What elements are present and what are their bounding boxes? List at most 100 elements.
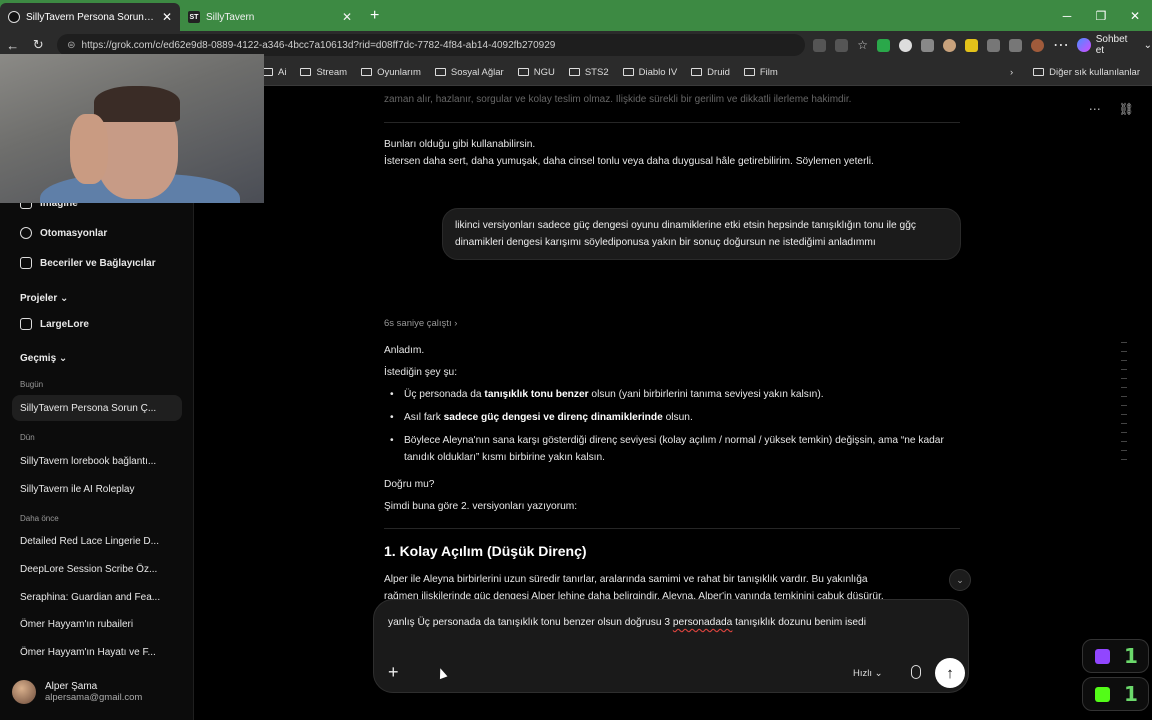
history-heading[interactable]: Geçmiş ⌄ bbox=[20, 353, 67, 364]
send-button[interactable]: ↑ bbox=[935, 658, 965, 688]
new-tab-icon[interactable]: + bbox=[370, 7, 379, 25]
history-item[interactable]: SillyTavern Persona Sorun Ç... bbox=[12, 395, 182, 421]
history-item[interactable]: DeepLore Session Scribe Öz... bbox=[12, 556, 182, 582]
minimize-icon[interactable]: ─ bbox=[1050, 9, 1084, 23]
tab-title: SillyTavern bbox=[206, 11, 255, 23]
list-item: Asıl fark sadece güç dengesi ve direnç d… bbox=[384, 409, 964, 426]
message-composer[interactable]: yanlış Üç personada da tanışıklık tonu b… bbox=[373, 599, 969, 693]
close-window-icon[interactable]: ✕ bbox=[1118, 9, 1152, 23]
history-item[interactable]: SillyTavern lorebook bağlantı... bbox=[12, 448, 182, 474]
extension-icon[interactable] bbox=[899, 38, 913, 52]
back-icon[interactable]: ← bbox=[0, 38, 26, 53]
bookmark-folder-sts2[interactable]: STS2 bbox=[568, 67, 609, 78]
more-options-icon[interactable]: ⋯ bbox=[1089, 102, 1101, 116]
bookmark-folder-diablo[interactable]: Diablo IV bbox=[622, 67, 677, 78]
thinking-toggle[interactable]: 6s saniye çalıştı › bbox=[384, 318, 457, 329]
extension-icon[interactable] bbox=[877, 38, 891, 52]
close-tab-icon[interactable]: ✕ bbox=[342, 10, 352, 24]
model-selector[interactable]: Hızlı ⌄ bbox=[853, 668, 883, 679]
assistant-text: Anladım. bbox=[384, 345, 425, 356]
attach-icon[interactable]: + bbox=[388, 662, 399, 683]
section-heading: 1. Kolay Açılım (Düşük Direnç) bbox=[384, 543, 587, 559]
history-item[interactable]: Detailed Red Lace Lingerie D... bbox=[12, 528, 182, 554]
bookmark-folder-ngu[interactable]: NGU bbox=[517, 67, 555, 78]
close-tab-icon[interactable]: ✕ bbox=[162, 10, 172, 24]
project-item-largelore[interactable]: LargeLore bbox=[12, 311, 182, 337]
extension-icon[interactable] bbox=[813, 38, 827, 52]
bookmark-folder-social[interactable]: Sosyal Ağlar bbox=[434, 67, 504, 78]
reload-icon[interactable]: ↻ bbox=[26, 37, 52, 53]
tab-sillytavern[interactable]: ST SillyTavern ✕ bbox=[180, 3, 360, 31]
restore-icon[interactable]: ❐ bbox=[1084, 9, 1118, 23]
more-menu-icon[interactable]: ⋯ bbox=[1053, 35, 1069, 55]
assistant-text: Alper ile Aleyna birbirlerini uzun süred… bbox=[384, 574, 868, 585]
user-email: alpersama@gmail.com bbox=[45, 692, 143, 703]
assistant-text: İstediğin şey şu: bbox=[384, 367, 458, 378]
bookmark-folder-ai[interactable]: Ai bbox=[262, 67, 286, 78]
composer-input[interactable]: yanlış Üç personada da tanışıklık tonu b… bbox=[388, 612, 948, 633]
history-older-label: Daha önce bbox=[20, 514, 59, 523]
kick-viewer-counter: 1 bbox=[1082, 677, 1149, 711]
bookmark-folder-stream[interactable]: Stream bbox=[300, 67, 347, 78]
copilot-chat-button[interactable]: Sohbet et ⌄ bbox=[1077, 34, 1152, 56]
list-item: Üç personada da tanışıklık tonu benzer o… bbox=[384, 386, 964, 403]
bookmark-folder-other[interactable]: Diğer sık kullanılanlar bbox=[1033, 67, 1140, 78]
folder-icon bbox=[20, 318, 32, 330]
divider bbox=[384, 528, 960, 529]
assistant-text: Doğru mu? bbox=[384, 479, 435, 490]
folder-icon bbox=[361, 68, 373, 76]
bullet-list: Üç personada da tanışıklık tonu benzer o… bbox=[384, 386, 964, 472]
history-item[interactable]: Ömer Hayyam'ın Hayatı ve F... bbox=[12, 639, 182, 665]
chevron-down-icon: ⌄ bbox=[60, 293, 69, 304]
history-yesterday-label: Dün bbox=[20, 433, 35, 442]
grok-favicon-icon bbox=[8, 11, 20, 23]
site-info-icon[interactable]: ⊜ bbox=[67, 40, 75, 51]
twitch-icon bbox=[1095, 648, 1110, 664]
avatar bbox=[12, 680, 36, 704]
history-item[interactable]: SillyTavern ile AI Roleplay bbox=[12, 476, 182, 502]
link-icon[interactable]: ⛓ bbox=[1119, 102, 1134, 116]
plug-icon bbox=[20, 257, 32, 269]
extension-icon[interactable] bbox=[835, 38, 849, 52]
user-name: Alper Şama bbox=[45, 681, 98, 692]
bookmark-folder-druid[interactable]: Druid bbox=[691, 67, 730, 78]
folder-icon bbox=[1033, 68, 1045, 76]
favorite-star-icon[interactable]: ☆ bbox=[857, 38, 868, 52]
user-profile[interactable]: Alper Şama alpersama@gmail.com bbox=[12, 680, 142, 704]
history-item[interactable]: Seraphina: Guardian and Fea... bbox=[12, 584, 182, 610]
browser-tab-bar: SillyTavern Persona Sorun Çözümü ✕ ST Si… bbox=[0, 0, 1152, 31]
list-item: Böylece Aleyna'nın sana karşı gösterdiği… bbox=[384, 432, 964, 466]
folder-icon bbox=[743, 68, 755, 76]
conversation-minimap[interactable] bbox=[1121, 342, 1131, 468]
chat-main: zaman alır, hazlanır, sorgular ve kolay … bbox=[195, 86, 1152, 720]
twitch-count: 1 bbox=[1124, 644, 1138, 668]
copilot-icon bbox=[1077, 38, 1091, 52]
extension-icons: ☆ ⋯ bbox=[813, 35, 1069, 55]
twitch-viewer-counter: 1 bbox=[1082, 639, 1149, 673]
kick-icon bbox=[1095, 686, 1110, 702]
bookmark-folder-film[interactable]: Film bbox=[743, 67, 778, 78]
tab-active[interactable]: SillyTavern Persona Sorun Çözümü ✕ bbox=[0, 3, 180, 31]
extension-icon[interactable] bbox=[921, 38, 935, 52]
projects-heading[interactable]: Projeler ⌄ bbox=[20, 293, 68, 304]
chevron-down-icon: ⌄ bbox=[58, 353, 68, 364]
url-field[interactable]: ⊜ https://grok.com/c/ed62e9d8-0889-4122-… bbox=[57, 34, 806, 56]
extension-icon[interactable] bbox=[943, 38, 957, 52]
webcam-overlay bbox=[0, 54, 264, 203]
sidebar-item-skills[interactable]: Beceriler ve Bağlayıcılar bbox=[12, 250, 182, 276]
history-item[interactable]: Ömer Hayyam'ın rubaileri bbox=[12, 611, 182, 637]
chevron-right-icon[interactable]: › bbox=[1010, 67, 1013, 78]
assistant-text: Bunları olduğu gibi kullanabilirsin. bbox=[384, 139, 536, 150]
previous-text: zaman alır, hazlanır, sorgular ve kolay … bbox=[384, 94, 852, 105]
scroll-down-icon[interactable]: ⌄ bbox=[949, 569, 971, 591]
extension-icon[interactable] bbox=[1009, 38, 1023, 52]
sidebar-item-automations[interactable]: Otomasyonlar bbox=[12, 220, 182, 246]
folder-icon bbox=[691, 68, 703, 76]
microphone-icon[interactable] bbox=[911, 665, 921, 679]
history-today-label: Bugün bbox=[20, 380, 44, 389]
bookmark-folder-games[interactable]: Oyunlarım bbox=[361, 67, 421, 78]
profile-avatar-icon[interactable] bbox=[1031, 38, 1045, 52]
extension-icon[interactable] bbox=[965, 38, 979, 52]
extension-icon[interactable] bbox=[987, 38, 1001, 52]
chat-actions: ⋯ ⛓ bbox=[1089, 102, 1134, 116]
